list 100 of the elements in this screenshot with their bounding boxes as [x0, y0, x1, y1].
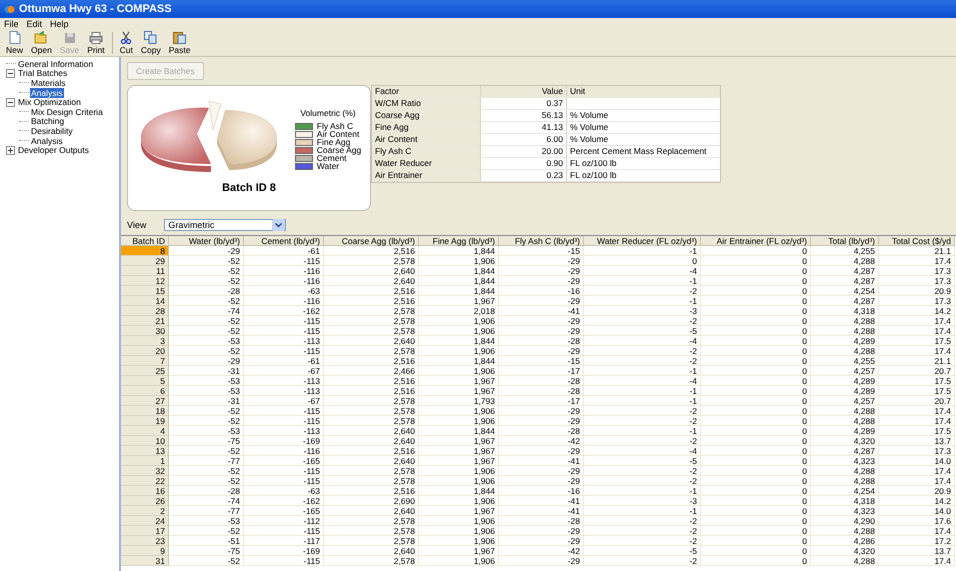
- table-cell: -75: [169, 546, 244, 556]
- row-header[interactable]: 16: [121, 486, 169, 496]
- table-cell: 1,906: [419, 346, 499, 356]
- tree-item[interactable]: Developer Outputs: [17, 145, 90, 156]
- row-header[interactable]: 18: [121, 406, 169, 416]
- tree-item[interactable]: Batching: [30, 116, 66, 126]
- table-cell: 4,288: [811, 316, 879, 326]
- table-cell: 4,290: [811, 516, 879, 526]
- table-cell: 0: [701, 496, 811, 506]
- tree-item[interactable]: Analysis: [30, 88, 64, 98]
- toolbar-button[interactable]: Print: [83, 32, 109, 54]
- row-header[interactable]: 5: [121, 376, 169, 386]
- row-header[interactable]: 20: [121, 346, 169, 356]
- table-cell: 0: [701, 246, 811, 256]
- row-header[interactable]: 25: [121, 366, 169, 376]
- row-header[interactable]: 8: [121, 246, 169, 256]
- table-cell: 14.0: [879, 506, 955, 516]
- row-header[interactable]: 31: [121, 556, 169, 566]
- row-header[interactable]: 9: [121, 546, 169, 556]
- table-cell: 0: [701, 546, 811, 556]
- table-cell: 2,640: [324, 266, 419, 276]
- collapse-icon[interactable]: [6, 68, 15, 78]
- row-header[interactable]: 29: [121, 256, 169, 266]
- table-cell: -52: [169, 526, 244, 536]
- table-cell: -28: [169, 486, 244, 496]
- tree-item[interactable]: Materials: [30, 78, 66, 88]
- table-cell: 0: [701, 376, 811, 386]
- row-header[interactable]: 7: [121, 356, 169, 366]
- table-cell: 17.4: [879, 316, 955, 326]
- row-header[interactable]: 14: [121, 296, 169, 306]
- row-header[interactable]: 3: [121, 336, 169, 346]
- table-cell: 1,906: [419, 536, 499, 546]
- row-header[interactable]: 13: [121, 446, 169, 456]
- row-header: W/CM Ratio: [372, 98, 480, 109]
- table-cell: -115: [244, 416, 324, 426]
- tree-item[interactable]: Trial Batches: [17, 68, 68, 78]
- row-header[interactable]: 2: [121, 506, 169, 516]
- folder-icon: [34, 31, 48, 44]
- tree-item[interactable]: Mix Design Criteria: [30, 106, 104, 117]
- tree-item[interactable]: General Information: [17, 58, 94, 69]
- table-cell: 20.9: [879, 486, 955, 496]
- table-cell: 17.4: [879, 326, 955, 336]
- table-cell: 2,640: [324, 456, 419, 466]
- table-cell: -51: [169, 536, 244, 546]
- row-header[interactable]: 15: [121, 286, 169, 296]
- menu-item[interactable]: Help: [50, 19, 69, 29]
- table-cell: 0: [701, 536, 811, 546]
- row-header[interactable]: 22: [121, 476, 169, 486]
- table-cell: -28: [499, 376, 584, 386]
- table-cell: 2,516: [324, 246, 419, 256]
- expand-icon[interactable]: [6, 146, 15, 155]
- table-cell: 56.13: [480, 110, 566, 121]
- toolbar-button[interactable]: Paste: [164, 31, 194, 55]
- row-header[interactable]: 23: [121, 536, 169, 546]
- menu-item[interactable]: Edit: [26, 19, 42, 29]
- row-header[interactable]: 1: [121, 456, 169, 466]
- table-cell: -29: [499, 256, 584, 266]
- table-cell: -42: [499, 436, 584, 446]
- toolbar-button[interactable]: New: [2, 31, 28, 55]
- toolbar-button[interactable]: Open: [27, 31, 56, 55]
- row-header[interactable]: 19: [121, 416, 169, 426]
- menu-item[interactable]: File: [4, 19, 19, 29]
- row-header[interactable]: 6: [121, 386, 169, 396]
- row-header[interactable]: 28: [121, 306, 169, 316]
- tree-item[interactable]: Mix Optimization: [17, 97, 82, 108]
- row-header[interactable]: 32: [121, 466, 169, 476]
- table-cell: 17.2: [879, 536, 955, 546]
- toolbar-button[interactable]: Cut: [116, 31, 137, 55]
- table-cell: -115: [244, 326, 324, 336]
- table-cell: -41: [499, 456, 584, 466]
- table-cell: 2,516: [324, 386, 419, 396]
- toolbar-button[interactable]: Copy: [136, 31, 165, 55]
- column-header: Factor: [374, 86, 400, 97]
- row-header[interactable]: 21: [121, 316, 169, 326]
- table-cell: -52: [169, 256, 244, 266]
- table-cell: -53: [169, 426, 244, 436]
- view-dropdown[interactable]: Gravimetric: [164, 219, 286, 231]
- table-cell: -162: [244, 306, 324, 316]
- tree-item[interactable]: Analysis: [30, 136, 64, 146]
- table-cell: -52: [169, 556, 244, 566]
- row-header[interactable]: 24: [121, 516, 169, 526]
- row-header[interactable]: 27: [121, 396, 169, 406]
- row-header[interactable]: 12: [121, 276, 169, 286]
- row-header[interactable]: 26: [121, 496, 169, 506]
- row-header[interactable]: 30: [121, 326, 169, 336]
- column-header: Unit: [566, 86, 720, 97]
- row-header[interactable]: 17: [121, 526, 169, 536]
- tree-item[interactable]: Desirability: [30, 126, 74, 136]
- collapse-icon[interactable]: [6, 98, 15, 107]
- row-header[interactable]: 4: [121, 426, 169, 436]
- table-cell: -115: [244, 316, 324, 326]
- table-cell: 4,287: [811, 296, 879, 306]
- row-header[interactable]: 10: [121, 436, 169, 446]
- table-cell: 4,323: [811, 456, 879, 466]
- table-cell: -29: [499, 446, 584, 456]
- table-cell: 4,323: [811, 506, 879, 516]
- table-cell: -77: [169, 506, 244, 516]
- table-cell: -29: [499, 556, 584, 566]
- table-cell: -1: [584, 506, 701, 516]
- row-header[interactable]: 11: [121, 266, 169, 276]
